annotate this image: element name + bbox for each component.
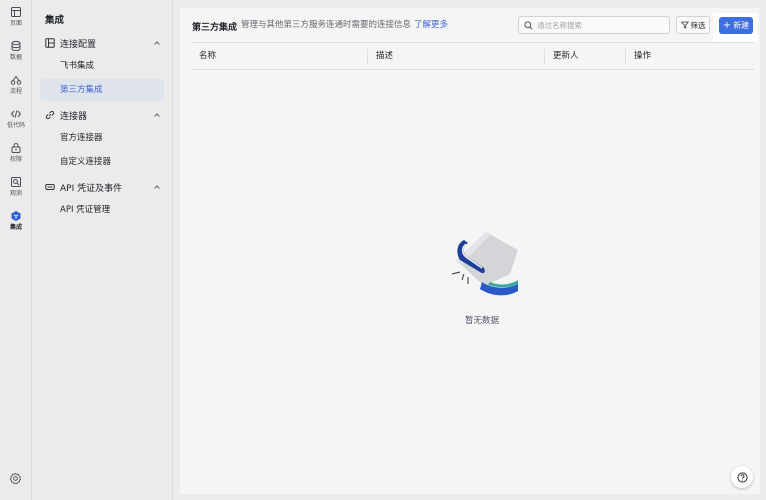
rail-item-data[interactable]: 数据 [0,40,32,70]
rail-label: 观测 [9,190,22,197]
rail-label: 流程 [9,88,22,95]
rail-label: 集成 [9,224,22,231]
empty-state-illustration [451,232,518,296]
secondary-nav: 集成 连接配置 飞书集成 第三方集成 连接器 官方连接器 自定义连接器 API … [33,0,173,500]
new-button[interactable]: + 新建 [719,17,753,34]
monitor-icon [11,177,21,187]
main-panel: 第三方集成 管理与其他第三方服务连通时需要的连接信息了解更多 筛选 + 新建 名… [180,8,760,494]
rail-label: 数据 [9,54,22,61]
nav-item-api-credential[interactable]: API 凭证管理 [60,204,110,216]
nav-item-third-party[interactable]: 第三方集成 [60,84,103,96]
help-button[interactable] [731,466,753,488]
help-icon [736,471,748,483]
empty-state-text: 暂无数据 [464,316,499,326]
new-label: 新建 [733,21,750,30]
chevron-up-icon[interactable] [153,111,161,119]
column-header-updater: 更新人 [553,51,579,61]
settings-icon[interactable] [9,472,22,485]
rail-item-integration[interactable]: 集成 [0,210,32,240]
code-icon [10,110,22,118]
chevron-up-icon[interactable] [153,39,161,47]
database-icon [11,40,21,52]
nav-group-label: API 凭证及事件 [60,183,123,194]
table-header: 名称 描述 更新人 操作 [192,42,754,70]
rail-item-lowcode[interactable]: 低代码 [0,108,32,138]
column-header-description: 描述 [376,51,394,61]
filter-label: 筛选 [690,20,706,30]
integration-icon [11,211,21,221]
nav-item-custom-connector[interactable]: 自定义连接器 [60,156,111,168]
column-divider [544,49,545,64]
rail-item-page[interactable]: 页面 [0,6,32,36]
column-divider [367,49,368,64]
link-icon [45,110,55,120]
nav-group-label: 连接器 [60,111,88,122]
column-header-name: 名称 [199,51,217,61]
nav-group-api[interactable]: API 凭证及事件 [45,179,165,195]
learn-more-link[interactable]: 了解更多 [414,20,448,30]
search-icon [524,21,533,30]
nav-item-official-connector[interactable]: 官方连接器 [60,132,103,144]
nav-group-label: 连接配置 [60,39,97,50]
filter-icon [680,21,689,29]
nav-item-feishu[interactable]: 飞书集成 [60,60,94,72]
rail-label: 权限 [9,156,22,163]
api-icon [45,184,55,190]
rail-item-flow[interactable]: 流程 [0,74,32,104]
nav-group-connectors[interactable]: 连接器 [45,107,165,123]
plus-icon: + [722,19,732,31]
nav-title: 集成 [45,15,65,26]
filter-button[interactable]: 筛选 [676,16,710,34]
page-description-text: 管理与其他第三方服务连通时需要的连接信息 [241,20,412,30]
search-box[interactable] [518,16,670,34]
page-title: 第三方集成 [192,23,238,33]
nav-group-connection-config[interactable]: 连接配置 [45,35,165,51]
rail-label: 页面 [9,20,22,27]
config-icon [45,38,55,48]
rail-item-permission[interactable]: 权限 [0,142,32,172]
search-input[interactable] [537,18,665,32]
icon-rail: 页面 数据 流程 低代码 权限 观测 集成 [0,0,32,500]
page-description: 管理与其他第三方服务连通时需要的连接信息 了解更多 [241,18,448,30]
flow-icon [10,75,22,85]
rail-label: 低代码 [6,122,25,129]
column-divider [625,49,626,64]
chevron-up-icon[interactable] [153,183,161,191]
lock-icon [11,143,21,153]
column-header-actions: 操作 [634,51,652,61]
rail-item-observe[interactable]: 观测 [0,176,32,206]
page-icon [11,7,21,17]
